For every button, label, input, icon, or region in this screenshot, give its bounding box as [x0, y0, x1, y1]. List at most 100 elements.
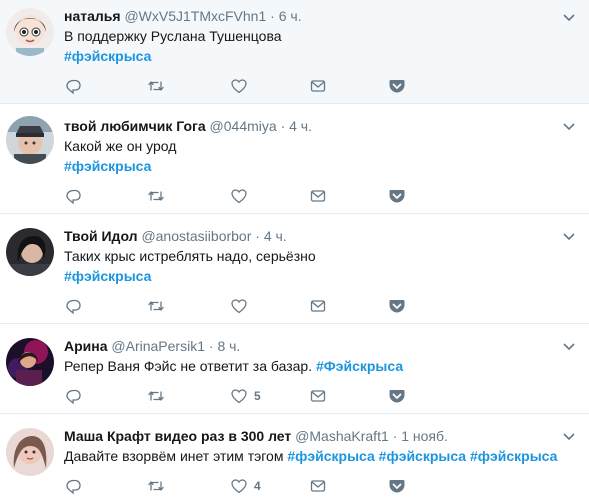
tweet[interactable]: Маша Крафт видео раз в 300 лет @MashaKra… — [0, 414, 589, 500]
retweet-icon — [147, 477, 165, 495]
like-button[interactable] — [230, 296, 254, 316]
like-button[interactable]: 5 — [230, 386, 261, 406]
like-button[interactable]: 4 — [230, 476, 261, 496]
display-name[interactable]: Твой Идол — [64, 228, 138, 244]
screen-name[interactable]: @044miya — [210, 118, 277, 134]
chevron-down-icon[interactable] — [559, 226, 579, 246]
reply-button[interactable] — [64, 386, 82, 406]
pocket-save-button[interactable] — [388, 296, 406, 316]
timestamp[interactable]: 4 ч. — [264, 228, 287, 244]
timestamp[interactable]: 8 ч. — [217, 338, 240, 354]
envelope-icon — [309, 297, 327, 315]
tweet[interactable]: Твой Идол @anostasiiborbor · 4 ч. Таких … — [0, 214, 589, 324]
reply-button[interactable] — [64, 296, 82, 316]
heart-icon — [230, 477, 248, 495]
chevron-down-icon[interactable] — [559, 7, 579, 27]
avatar[interactable] — [6, 8, 54, 56]
pocket-save-button[interactable] — [388, 386, 406, 406]
like-button[interactable] — [230, 186, 254, 206]
separator-dot: · — [270, 8, 275, 24]
timestamp[interactable]: 1 нояб. — [401, 428, 448, 444]
screen-name[interactable]: @WxV5J1TMxcFVhn1 — [124, 8, 266, 24]
display-name[interactable]: твой любимчик Гога — [64, 118, 206, 134]
like-button[interactable] — [230, 76, 254, 96]
reply-button[interactable] — [64, 186, 82, 206]
hashtag-link[interactable]: #фэйскрыса — [379, 448, 466, 464]
hashtag-link[interactable]: #фэйскрыса — [470, 448, 557, 464]
tweet[interactable]: твой любимчик Гога @044miya · 4 ч. Какой… — [0, 104, 589, 214]
tweet-hashtags: #фэйскрыса — [64, 156, 151, 176]
tweet-text: Давайте взорвём инет этим тэгом #фэйскры… — [64, 446, 557, 466]
tweet[interactable]: наталья @WxV5J1TMxcFVhn1 · 6 ч. В поддер… — [0, 0, 589, 104]
reply-button[interactable] — [64, 476, 82, 496]
heart-icon — [230, 77, 248, 95]
pocket-save-button[interactable] — [388, 476, 406, 496]
pocket-save-button[interactable] — [388, 76, 406, 96]
hashtag-link[interactable]: #фэйскрыса — [287, 448, 374, 464]
direct-message-button[interactable] — [309, 186, 327, 206]
separator-dot: · — [208, 338, 214, 354]
pocket-save-icon — [388, 477, 406, 495]
hashtag-link[interactable]: #фэйскрыса — [64, 268, 151, 284]
like-count: 5 — [254, 389, 261, 403]
reply-icon — [64, 477, 82, 495]
screen-name[interactable]: @MashaKraft1 — [295, 428, 389, 444]
tweet-header: Арина @ArinaPersik1 · 8 ч. — [64, 336, 240, 356]
display-name[interactable]: Арина — [64, 338, 108, 354]
pocket-save-icon — [388, 77, 406, 95]
retweet-button[interactable] — [147, 76, 165, 96]
heart-icon — [230, 387, 248, 405]
tweet-hashtags: #фэйскрыса — [64, 46, 151, 66]
tweet-header: твой любимчик Гога @044miya · 4 ч. — [64, 116, 312, 136]
avatar[interactable] — [6, 428, 54, 476]
screen-name[interactable]: @ArinaPersik1 — [111, 338, 205, 354]
timestamp[interactable]: 6 ч. — [279, 8, 302, 24]
direct-message-button[interactable] — [309, 296, 327, 316]
hashtag-link[interactable]: #фэйскрыса — [64, 48, 151, 64]
tweet-actions — [64, 186, 584, 206]
reply-icon — [64, 387, 82, 405]
tweet-header: Твой Идол @anostasiiborbor · 4 ч. — [64, 226, 287, 246]
tweet-header: наталья @WxV5J1TMxcFVhn1 · 6 ч. — [64, 6, 302, 26]
envelope-icon — [309, 77, 327, 95]
display-name[interactable]: Маша Крафт видео раз в 300 лет — [64, 428, 291, 444]
direct-message-button[interactable] — [309, 476, 327, 496]
display-name[interactable]: наталья — [64, 8, 121, 24]
retweet-button[interactable] — [147, 476, 165, 496]
hashtag-link[interactable]: #фэйскрыса — [64, 158, 151, 174]
envelope-icon — [309, 477, 327, 495]
tweet-text: Какой же он урод — [64, 138, 177, 154]
chevron-down-icon[interactable] — [559, 336, 579, 356]
retweet-button[interactable] — [147, 296, 165, 316]
reply-icon — [64, 297, 82, 315]
retweet-button[interactable] — [147, 386, 165, 406]
tweet-actions — [64, 296, 584, 316]
reply-icon — [64, 187, 82, 205]
like-count: 4 — [254, 479, 261, 493]
tweet-feed: наталья @WxV5J1TMxcFVhn1 · 6 ч. В поддер… — [0, 0, 589, 500]
tweet[interactable]: Арина @ArinaPersik1 · 8 ч. Репер Ваня Фэ… — [0, 324, 589, 414]
direct-message-button[interactable] — [309, 76, 327, 96]
pocket-save-button[interactable] — [388, 186, 406, 206]
reply-button[interactable] — [64, 76, 82, 96]
heart-icon — [230, 187, 248, 205]
tweet-header: Маша Крафт видео раз в 300 лет @MashaKra… — [64, 426, 448, 446]
chevron-down-icon[interactable] — [559, 426, 579, 446]
tweet-text: Таких крыс истреблять надо, серьёзно — [64, 248, 316, 264]
avatar[interactable] — [6, 116, 54, 164]
tweet-actions: 4 — [64, 476, 584, 496]
hashtag-link[interactable]: #Фэйскрыса — [316, 358, 403, 374]
tweet-actions — [64, 76, 584, 96]
chevron-down-icon[interactable] — [559, 116, 579, 136]
retweet-button[interactable] — [147, 186, 165, 206]
timestamp[interactable]: 4 ч. — [289, 118, 312, 134]
avatar[interactable] — [6, 228, 54, 276]
reply-icon — [64, 77, 82, 95]
direct-message-button[interactable] — [309, 386, 327, 406]
separator-dot: · — [255, 228, 260, 244]
screen-name[interactable]: @anostasiiborbor — [141, 228, 251, 244]
tweet-text: Репер Ваня Фэйс не ответит за базар. #Фэ… — [64, 356, 403, 376]
tweet-actions: 5 — [64, 386, 584, 406]
separator-dot: · — [392, 428, 398, 444]
avatar[interactable] — [6, 338, 54, 386]
